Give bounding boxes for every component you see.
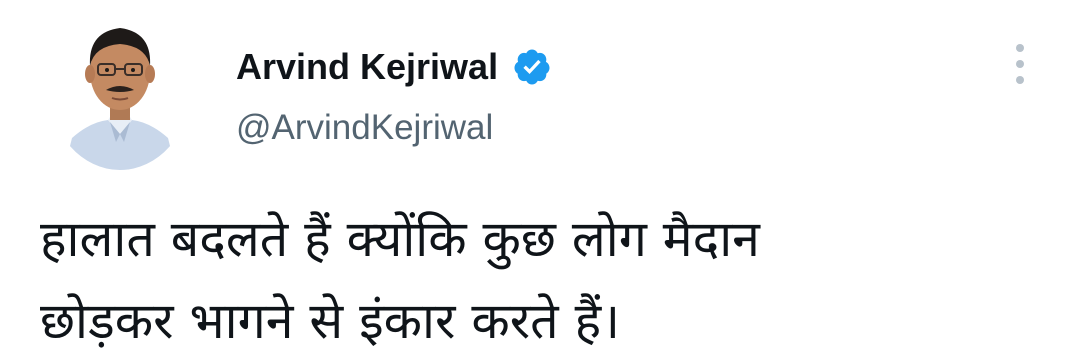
tweet-text: हालात बदलते हैं क्योंकि कुछ लोग मैदान छो… xyxy=(40,198,1050,362)
tweet-text-line: हालात बदलते हैं क्योंकि कुछ लोग मैदान xyxy=(40,210,760,268)
profile-photo-icon xyxy=(64,28,176,170)
verified-badge-icon xyxy=(514,49,550,85)
tweet-card: Arvind Kejriwal @ArvindKejriwal हालात बद… xyxy=(0,0,1080,360)
tweet-text-line: छोड़कर भागने से इंकार करते हैं। xyxy=(40,292,621,350)
more-dot xyxy=(1016,60,1024,68)
more-options-icon[interactable] xyxy=(1006,42,1034,86)
more-dot xyxy=(1016,76,1024,84)
author-name-row: Arvind Kejriwal xyxy=(236,42,552,92)
avatar[interactable] xyxy=(50,10,190,170)
author-display-name[interactable]: Arvind Kejriwal xyxy=(236,46,498,88)
author-handle[interactable]: @ArvindKejriwal xyxy=(236,108,493,148)
more-dot xyxy=(1016,44,1024,52)
